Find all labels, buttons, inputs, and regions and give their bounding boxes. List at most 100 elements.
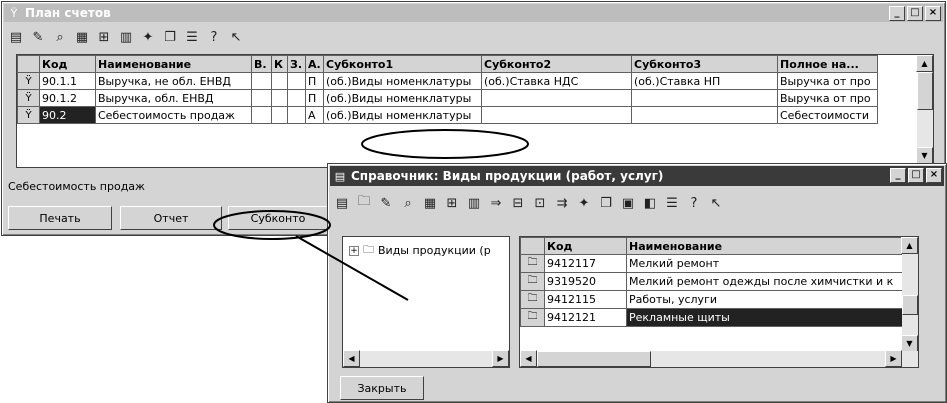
table-settings-icon[interactable]: ▥ [466,195,482,211]
scroll-up-button[interactable]: ▲ [916,55,933,72]
copy-row-icon[interactable]: ▦ [422,195,438,211]
cell-name[interactable]: Мелкий ремонт [626,254,903,273]
scroll-thumb[interactable] [917,72,933,110]
table-row[interactable]: 🗀 9412115 Работы, услуги [520,290,903,309]
col-header-z[interactable]: З. [287,55,306,73]
scroll-right-button[interactable]: ▶ [885,350,902,367]
new-row-icon[interactable]: ▤ [334,195,350,211]
col-header-code[interactable]: Код [544,237,627,255]
table-row[interactable]: 🗀 9319520 Мелкий ремонт одежды после хим… [520,272,903,291]
table-row-selected[interactable]: 🗀 9412121 Рекламные щиты [520,308,903,327]
history-icon[interactable]: ◧ [642,195,658,211]
context-help-icon[interactable]: ↖ [708,195,724,211]
copy-row-icon[interactable]: ▦ [74,29,90,45]
cell-code[interactable]: 9412117 [544,254,627,273]
cell-k[interactable] [271,106,288,124]
scroll-left-button[interactable]: ◀ [520,350,537,367]
scroll-down-button[interactable]: ▼ [901,335,918,352]
col-header-subconto1[interactable]: Субконто1 [323,55,482,73]
filter-icon[interactable]: ⊞ [444,195,460,211]
col-header-name[interactable]: Наименование [95,55,252,73]
col-header-name[interactable]: Наименование [626,237,903,255]
cell-full-name[interactable]: Выручка от про [777,89,878,107]
new-folder-icon[interactable]: 🗀 [356,194,372,211]
cell-name[interactable]: Выручка, не обл. ЕНВД [95,72,252,90]
cell-a[interactable]: П [305,89,324,107]
close-button[interactable]: × [925,6,941,21]
subconto-button[interactable]: Субконто [228,206,328,230]
move-icon[interactable]: ✦ [576,195,592,211]
filter-icon[interactable]: ⊞ [96,29,112,45]
col-header-full-name[interactable]: Полное на... [777,55,878,73]
cell-code[interactable]: 90.1.2 [39,89,96,107]
tree-view-icon[interactable]: ☰ [184,29,200,45]
cell-code[interactable]: 90.2 [39,106,96,124]
cell-subconto2[interactable] [481,89,632,107]
cell-name[interactable]: Мелкий ремонт одежды после химчистки и к [626,272,903,291]
horizontal-scroll-thumb[interactable] [537,351,651,367]
cell-code[interactable]: 90.1.1 [39,72,96,90]
col-header-a[interactable]: А. [305,55,324,73]
cell-a[interactable]: А [305,106,324,124]
cell-subconto1[interactable]: (об.)Виды номенклатуры [323,106,482,124]
cell-name[interactable]: Себестоимость продаж [95,106,252,124]
table-row[interactable]: 🗀 9412117 Мелкий ремонт [520,254,903,273]
tree-node[interactable]: + 🗀 Виды продукции (р [349,241,491,260]
hierarchy-icon[interactable]: ⊟ [510,195,526,211]
cell-code[interactable]: 9319520 [544,272,627,291]
cell-z[interactable] [287,89,306,107]
cell-v[interactable] [251,106,272,124]
scroll-up-button[interactable]: ▲ [901,237,918,254]
table-settings-icon[interactable]: ▥ [118,29,134,45]
cell-full-name[interactable]: Выручка от про [777,72,878,90]
cell-full-name[interactable]: Себестоимости [777,106,878,124]
new-row-icon[interactable]: ▤ [8,29,24,45]
scroll-thumb[interactable] [902,295,918,315]
minimize-button[interactable]: _ [889,6,905,21]
vertical-scrollbar[interactable] [902,237,918,351]
help-icon[interactable]: ? [686,195,702,211]
cell-name[interactable]: Работы, услуги [626,290,903,309]
col-header-subconto2[interactable]: Субконто2 [481,55,632,73]
tree-horizontal-scrollbar[interactable] [343,351,509,367]
tree-view-icon[interactable]: ☰ [664,195,680,211]
catalog-titlebar[interactable]: ▤ Справочник: Виды продукции (работ, усл… [330,166,944,186]
col-header-mark[interactable] [520,237,545,255]
cell-subconto1[interactable]: (об.)Виды номенклатуры [323,89,482,107]
cell-name[interactable]: Выручка, обл. ЕНВД [95,89,252,107]
edit-icon[interactable]: ✎ [30,29,46,45]
cell-code[interactable]: 9412121 [544,308,627,327]
col-header-subconto3[interactable]: Субконто3 [631,55,778,73]
minimize-button[interactable]: _ [890,168,906,183]
context-help-icon[interactable]: ↖ [228,29,244,45]
cell-subconto1[interactable]: (об.)Виды номенклатуры [323,72,482,90]
print-button[interactable]: Печать [8,206,112,230]
copy-icon[interactable]: ❐ [598,195,614,211]
cell-subconto3[interactable]: (об.)Ставка НП [631,72,778,90]
find-icon[interactable]: ⌕ [52,29,68,45]
maximize-button[interactable]: □ [908,168,924,183]
cell-subconto2[interactable] [481,106,632,124]
print-icon[interactable]: ▣ [620,195,636,211]
scroll-left-button[interactable]: ◀ [343,350,360,367]
move-to-group-icon[interactable]: ⇒ [488,195,504,211]
table-row[interactable]: Ϋ 90.1.1 Выручка, не обл. ЕНВД П (об.)Ви… [17,72,878,90]
close-button[interactable]: × [926,168,942,183]
col-header-code[interactable]: Код [39,55,96,73]
cell-z[interactable] [287,72,306,90]
col-header-k[interactable]: К [271,55,288,73]
cell-k[interactable] [271,89,288,107]
cell-a[interactable]: П [305,72,324,90]
report-button[interactable]: Отчет [120,206,222,230]
cell-subconto2[interactable]: (об.)Ставка НДС [481,72,632,90]
cell-subconto3[interactable] [631,89,778,107]
expand-icon[interactable]: + [349,245,359,256]
structure-icon[interactable]: ⊡ [532,195,548,211]
help-icon[interactable]: ? [206,29,222,45]
chart-of-accounts-titlebar[interactable]: Ϋ План счетов _ □ × [4,4,943,22]
copy-icon[interactable]: ❐ [162,29,178,45]
col-header-mark[interactable] [17,55,40,73]
cell-code[interactable]: 9412115 [544,290,627,309]
cell-name[interactable]: Рекламные щиты [626,308,903,327]
move-icon[interactable]: ✦ [140,29,156,45]
